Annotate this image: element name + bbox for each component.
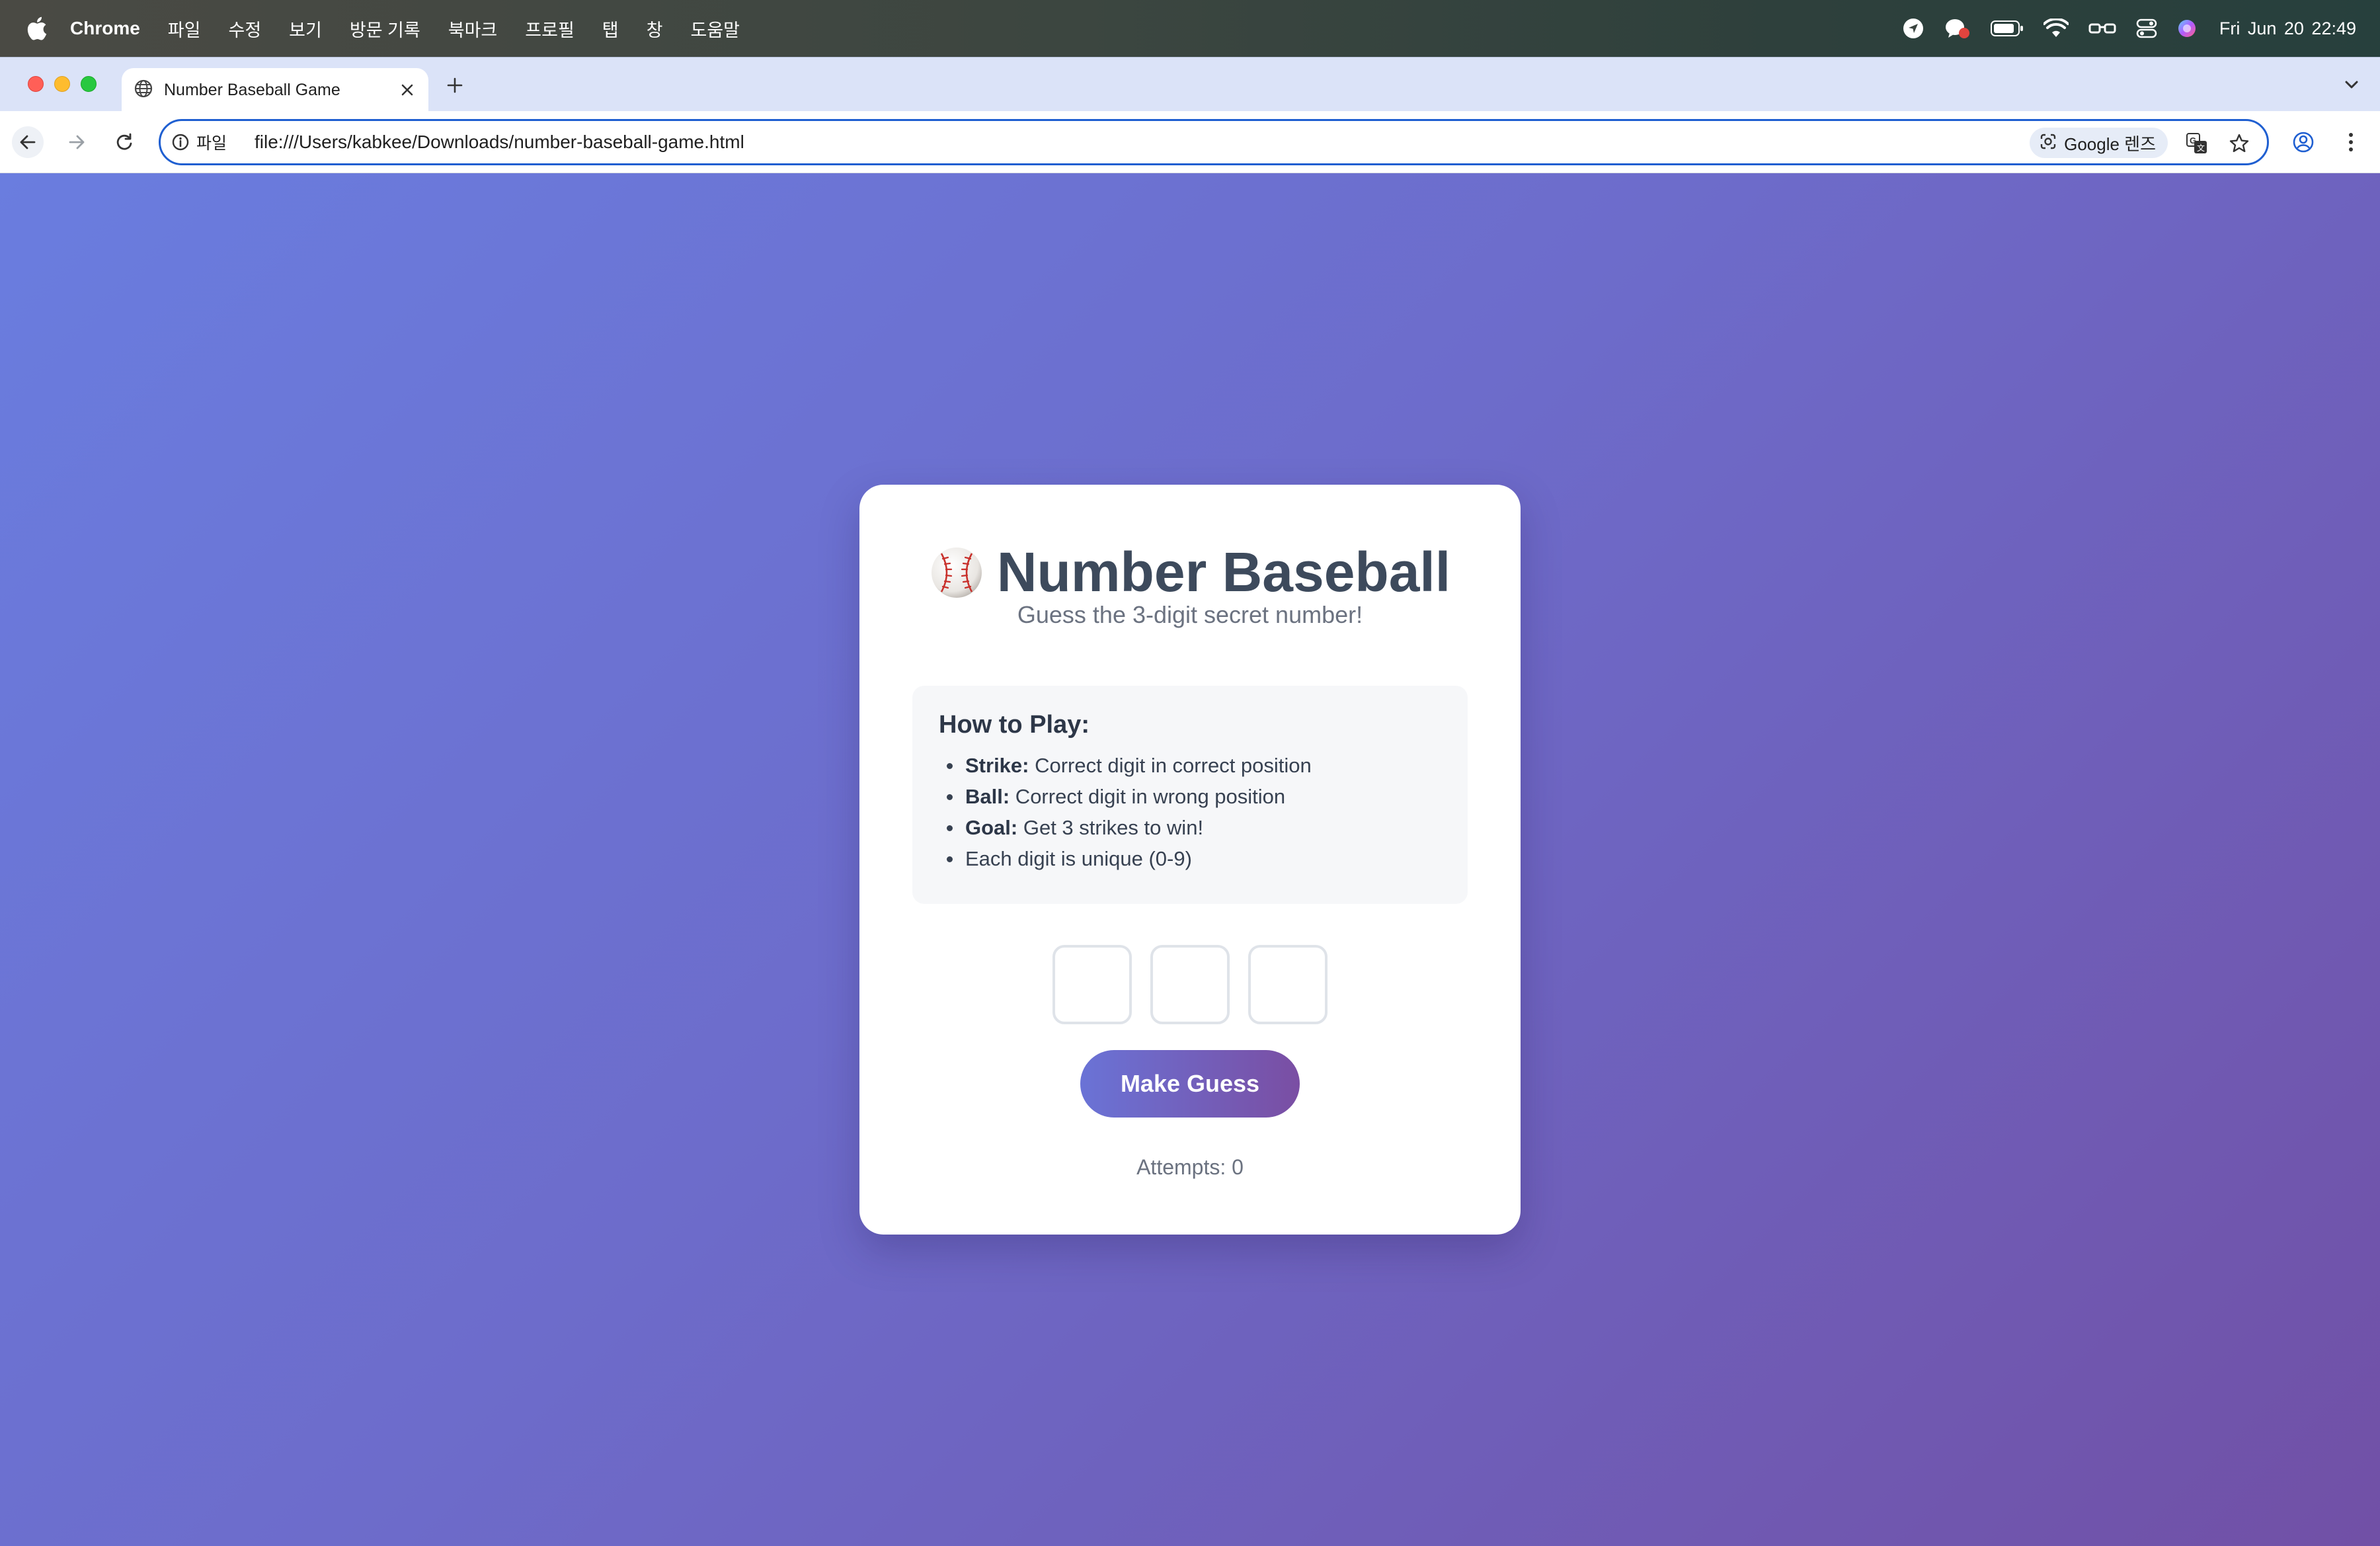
address-bar[interactable]: 파일 file:///Users/kabkee/Downloads/number… — [159, 119, 2269, 165]
menubar-clock[interactable]: Fri Jun 20 22:49 — [2219, 19, 2356, 39]
rule-term: Ball: — [965, 785, 1010, 808]
window-controls — [28, 76, 107, 92]
how-to-play-panel: How to Play: Strike: Correct digit in co… — [912, 686, 1468, 904]
make-guess-button[interactable]: Make Guess — [1080, 1050, 1300, 1118]
tab-search-chevron-down-icon[interactable] — [2338, 71, 2365, 99]
browser-toolbar: 파일 file:///Users/kabkee/Downloads/number… — [0, 111, 2380, 173]
wifi-icon[interactable] — [2043, 19, 2069, 38]
rule-item-ball: Ball: Correct digit in wrong position — [939, 781, 1441, 812]
bookmark-star-icon[interactable] — [2226, 130, 2252, 157]
menu-profiles[interactable]: 프로필 — [525, 16, 575, 42]
more-menu-icon[interactable] — [2335, 126, 2367, 158]
close-window-button[interactable] — [28, 76, 44, 92]
rules-list: Strike: Correct digit in correct positio… — [939, 750, 1441, 874]
url-scheme-label: 파일 — [196, 134, 227, 153]
svg-text:文: 文 — [2197, 143, 2205, 153]
baseball-icon — [930, 546, 984, 600]
game-title: Number Baseball — [996, 541, 1451, 603]
digit-input-3[interactable] — [1248, 945, 1328, 1024]
tab-title: Number Baseball Game — [164, 80, 340, 99]
browser-tab-active[interactable]: Number Baseball Game — [122, 68, 428, 112]
lens-label: Google 렌즈 — [2064, 134, 2156, 154]
siri-icon[interactable] — [2177, 19, 2197, 38]
digit-input-1[interactable] — [1052, 945, 1132, 1024]
rule-text: Each digit is unique (0-9) — [965, 847, 1192, 870]
menu-file[interactable]: 파일 — [168, 16, 201, 42]
rule-item-unique: Each digit is unique (0-9) — [939, 843, 1441, 874]
menu-window[interactable]: 창 — [647, 16, 663, 42]
rule-item-strike: Strike: Correct digit in correct positio… — [939, 750, 1441, 781]
google-lens-button[interactable]: Google 렌즈 — [2030, 128, 2168, 158]
menu-view[interactable]: 보기 — [289, 16, 322, 42]
rule-text: Correct digit in wrong position — [1010, 785, 1286, 808]
macos-menu-bar: Chrome 파일 수정 보기 방문 기록 북마크 프로필 탭 창 도움말 Fr… — [0, 0, 2380, 57]
apple-icon[interactable] — [24, 14, 50, 43]
menu-app-chrome[interactable]: Chrome — [70, 18, 140, 39]
digit-input-2[interactable] — [1150, 945, 1230, 1024]
attempts-counter: Attempts: 0 — [859, 1155, 1521, 1180]
game-subtitle: Guess the 3-digit secret number! — [1017, 601, 1363, 628]
menu-edit[interactable]: 수정 — [228, 16, 261, 42]
rule-term: Strike: — [965, 754, 1029, 777]
site-info-icon[interactable] — [171, 133, 190, 151]
location-arrow-icon[interactable] — [1902, 17, 1924, 40]
minimize-window-button[interactable] — [54, 76, 70, 92]
rule-item-goal: Goal: Get 3 strikes to win! — [939, 812, 1441, 843]
chat-notification-icon[interactable] — [1944, 17, 1971, 40]
attempts-label: Attempts: 0 — [1136, 1155, 1244, 1179]
control-center-icon[interactable] — [2136, 19, 2157, 38]
rules-heading: How to Play: — [939, 711, 1090, 739]
fullscreen-window-button[interactable] — [81, 76, 97, 92]
rule-text: Get 3 strikes to win! — [1017, 816, 1204, 839]
rule-term: Goal: — [965, 816, 1018, 839]
digit-inputs — [859, 945, 1521, 1024]
menu-history[interactable]: 방문 기록 — [350, 16, 420, 42]
translate-icon[interactable]: G文 — [2184, 130, 2210, 157]
menu-bookmarks[interactable]: 북마크 — [448, 16, 498, 42]
url-text[interactable]: file:///Users/kabkee/Downloads/number-ba… — [255, 132, 744, 153]
game-card: Number Baseball Guess the 3-digit secret… — [859, 485, 1521, 1235]
globe-icon — [134, 79, 153, 102]
new-tab-plus-icon[interactable] — [442, 72, 468, 99]
title-row: Number Baseball — [859, 540, 1521, 604]
rule-text: Correct digit in correct position — [1029, 754, 1312, 777]
browser-tab-bar: Number Baseball Game — [0, 57, 2380, 112]
glasses-icon[interactable] — [2088, 20, 2116, 36]
close-tab-icon[interactable] — [397, 79, 418, 101]
menu-tab[interactable]: 탭 — [602, 16, 619, 42]
forward-arrow-icon[interactable] — [61, 126, 93, 158]
back-arrow-icon[interactable] — [12, 126, 44, 158]
menu-help[interactable]: 도움말 — [690, 16, 740, 42]
reload-icon[interactable] — [108, 126, 140, 158]
page-viewport: Number Baseball Guess the 3-digit secret… — [0, 173, 2380, 1546]
battery-icon[interactable] — [1990, 20, 2024, 37]
lens-icon — [2039, 132, 2057, 154]
profile-avatar-icon[interactable] — [2287, 126, 2319, 158]
